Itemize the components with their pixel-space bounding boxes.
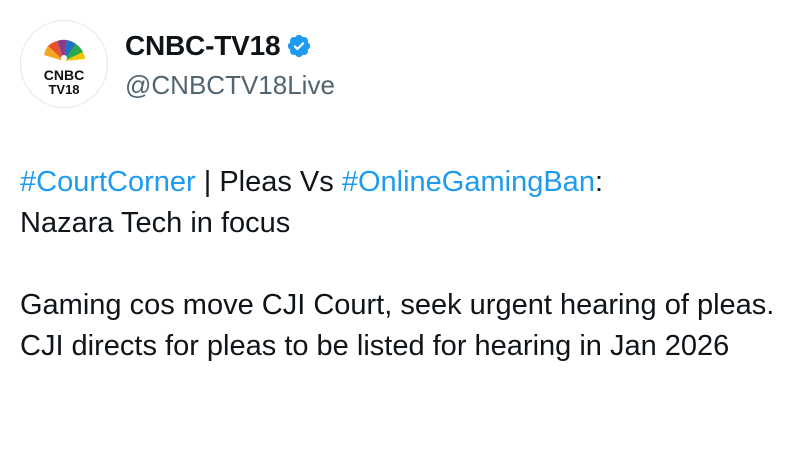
verified-badge-icon xyxy=(286,33,312,59)
tweet-line-2: Nazara Tech in focus xyxy=(20,207,291,239)
tweet-paragraph-1: #CourtCorner | Pleas Vs #OnlineGamingBan… xyxy=(20,162,790,244)
tweet-text-segment: | Pleas Vs xyxy=(195,166,342,198)
tweet-text-segment: : xyxy=(594,166,604,198)
author-display-name[interactable]: CNBC-TV18 xyxy=(125,30,312,62)
tweet-paragraph-2: Gaming cos move CJI Court, seek urgent h… xyxy=(20,289,775,362)
svg-text:TV18: TV18 xyxy=(48,82,79,97)
author-handle[interactable]: @CNBCTV18Live xyxy=(125,70,335,101)
display-name-text: CNBC-TV18 xyxy=(125,30,281,61)
avatar[interactable]: CNBC TV18 xyxy=(20,20,108,108)
tweet-text: #CourtCorner | Pleas Vs #OnlineGamingBan… xyxy=(20,162,790,367)
cnbc-tv18-logo-icon: CNBC TV18 xyxy=(44,39,85,97)
tweet-card: CNBC TV18 CNBC-TV18 @CNBCTV18Live #Court… xyxy=(0,0,800,470)
hashtag-court-corner[interactable]: #CourtCorner xyxy=(20,166,196,198)
svg-text:CNBC: CNBC xyxy=(44,67,84,83)
hashtag-online-gaming-ban[interactable]: #OnlineGamingBan xyxy=(342,166,595,198)
